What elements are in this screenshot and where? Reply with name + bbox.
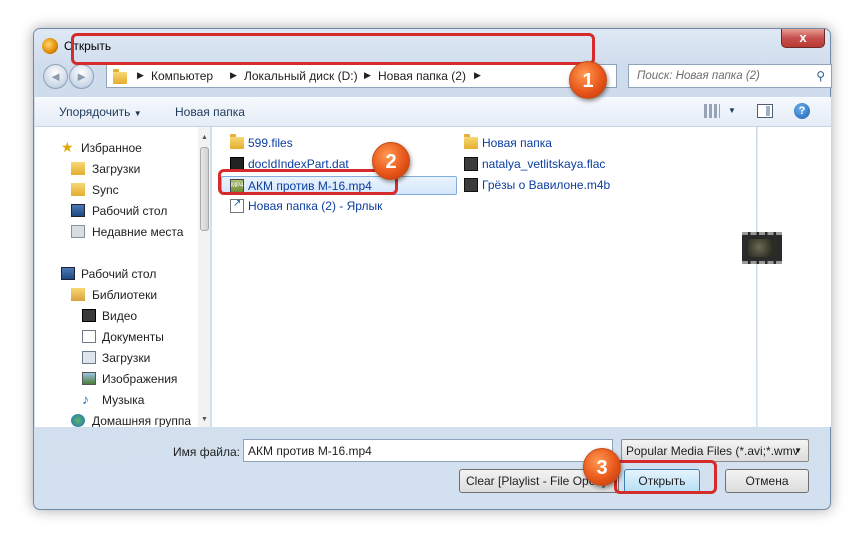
video-icon [82, 309, 96, 322]
address-bar[interactable]: ▶ Компьютер ▶ Локальный диск (D:) ▶ Нова… [106, 64, 617, 88]
forward-button[interactable]: ► [69, 64, 94, 89]
help-icon[interactable]: ? [794, 103, 810, 119]
chevron-right-icon: ▶ [364, 70, 371, 80]
file-name: 599.files [248, 136, 293, 150]
file-name: Новая папка (2) - Ярлык [248, 199, 383, 213]
search-input[interactable]: Поиск: Новая папка (2) ⚲ [628, 64, 832, 88]
command-toolbar: Упорядочить ▼ Новая папка ▼ ? [35, 97, 831, 127]
preview-pane-icon[interactable] [757, 104, 773, 118]
chevron-right-icon: ▶ [474, 70, 481, 80]
new-folder-button[interactable]: Новая папка [175, 105, 245, 119]
open-file-dialog: Открыть x ◄ ► ▶ Компьютер ▶ Локальный ди… [33, 28, 832, 510]
folder-icon [464, 134, 478, 149]
sidebar-item-label: Документы [102, 330, 164, 344]
desktop-icon [71, 204, 85, 217]
search-icon[interactable]: ⚲ [816, 69, 825, 83]
m4b-file-icon [464, 178, 478, 192]
open-button-highlight [614, 460, 717, 494]
back-button[interactable]: ◄ [43, 64, 68, 89]
sidebar-item-label: Домашняя группа [92, 414, 192, 427]
scroll-up-icon[interactable]: ▲ [198, 131, 210, 145]
list-item-599-files[interactable]: 599.files [230, 134, 350, 153]
list-item-m4b[interactable]: Грёзы о Вавилоне.m4b [464, 176, 644, 195]
chevron-right-icon: ▶ [230, 70, 237, 80]
flac-file-icon [464, 157, 478, 171]
desktop-icon [61, 267, 75, 280]
callout-badge-2: 2 [372, 142, 410, 180]
folder-icon [230, 134, 244, 149]
breadcrumb-new-folder-2[interactable]: Новая папка (2) [378, 69, 466, 83]
list-item-flac[interactable]: natalya_vetlitskaya.flac [464, 155, 644, 174]
filename-value: АКМ против М-16.mp4 [248, 444, 372, 458]
sidebar-item-label: Избранное [81, 141, 142, 155]
video-thumbnail [742, 232, 782, 264]
address-bar-highlight [71, 33, 595, 65]
breadcrumb-computer[interactable]: Компьютер [151, 69, 213, 83]
cancel-button[interactable]: Отмена [725, 469, 809, 493]
scroll-down-icon[interactable]: ▼ [198, 413, 210, 427]
app-icon [42, 38, 58, 54]
sidebar-item-label: Загрузки [92, 162, 141, 176]
organize-label: Упорядочить [59, 105, 131, 119]
homegroup-icon [71, 414, 85, 427]
chevron-down-icon: ▼ [133, 109, 142, 118]
list-item-shortcut[interactable]: Новая папка (2) - Ярлык [230, 197, 410, 216]
sidebar-item-label: Видео [102, 309, 138, 323]
callout-badge-1: 1 [569, 61, 607, 99]
filename-label: Имя файла: [173, 445, 240, 459]
file-name: natalya_vetlitskaya.flac [482, 157, 606, 171]
view-mode-icon[interactable] [704, 104, 720, 118]
chevron-right-icon: ▶ [137, 70, 144, 80]
list-item-new-folder[interactable]: Новая папка [464, 134, 584, 153]
callout-badge-3: 3 [583, 448, 621, 486]
chevron-down-icon: ▼ [794, 446, 802, 455]
star-icon: ★ [61, 139, 74, 155]
breadcrumb-disk-d[interactable]: Локальный диск (D:) [244, 69, 358, 83]
navigation-row: ◄ ► ▶ Компьютер ▶ Локальный диск (D:) ▶ … [40, 62, 832, 89]
file-type-select[interactable]: Popular Media Files (*.avi;*.wmv ▼ [621, 439, 809, 462]
filename-input[interactable]: АКМ против М-16.mp4 [243, 439, 613, 462]
navigation-pane: ★ Избранное Загрузки Sync Рабочий стол Н… [35, 127, 211, 427]
downloads-icon [82, 351, 96, 364]
sidebar-item-label: Музыка [102, 393, 145, 407]
sidebar-item-label: Sync [92, 183, 119, 197]
music-icon: ♪ [82, 391, 89, 407]
file-name: Новая папка [482, 136, 552, 150]
file-name: Грёзы о Вавилоне.m4b [482, 178, 611, 192]
libraries-icon [71, 288, 85, 301]
sidebar-item-label: Рабочий стол [92, 204, 168, 218]
shortcut-icon [230, 198, 244, 213]
scrollbar-thumb[interactable] [200, 147, 209, 231]
documents-icon [82, 330, 96, 343]
close-button[interactable]: x [781, 29, 825, 48]
sidebar-item-label: Изображения [102, 372, 178, 386]
recent-places-icon [71, 225, 85, 238]
folder-icon [113, 69, 127, 84]
sidebar-item-label: Библиотеки [92, 288, 158, 302]
selected-file-highlight [218, 169, 398, 195]
pictures-icon [82, 372, 96, 385]
chevron-down-icon[interactable]: ▼ [728, 106, 736, 115]
sidebar-item-label: Загрузки [102, 351, 151, 365]
sidebar-item-label: Недавние места [92, 225, 184, 239]
sidebar-scrollbar[interactable]: ▲ ▼ [198, 127, 210, 427]
sidebar-item-label: Рабочий стол [81, 267, 157, 281]
downloads-folder-icon [71, 162, 85, 175]
organize-menu[interactable]: Упорядочить ▼ [59, 105, 142, 119]
folder-icon [71, 183, 85, 196]
file-type-value: Popular Media Files (*.avi;*.wmv [626, 444, 799, 458]
preview-pane [757, 127, 831, 427]
search-placeholder: Поиск: Новая папка (2) [637, 70, 760, 82]
